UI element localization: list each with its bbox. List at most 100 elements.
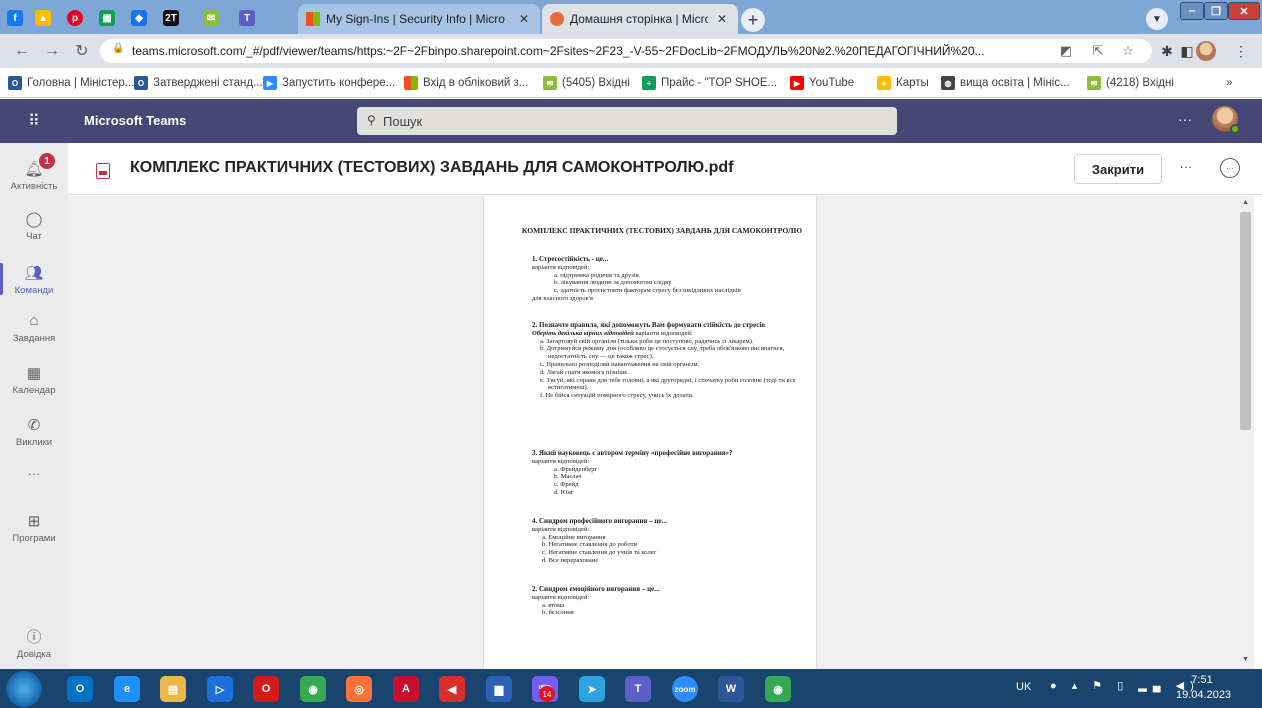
- clock-time: 7:51: [1191, 674, 1213, 686]
- bookmark-item[interactable]: ◍ вища освіта | Мініс...: [941, 75, 1070, 91]
- bookmark-item[interactable]: ▶ Запустить конфере...: [263, 75, 395, 91]
- rail-label: Активність: [10, 180, 58, 192]
- pinned-tab-facebook[interactable]: f: [2, 4, 28, 32]
- bookmark-item[interactable]: O Затверджені станд...: [134, 75, 263, 91]
- reload-icon[interactable]: ↻: [72, 41, 92, 61]
- scroll-down-icon[interactable]: ▼: [1240, 656, 1251, 666]
- minimize-button[interactable]: ‒: [1180, 2, 1204, 20]
- taskbar-app-media-player[interactable]: ▷: [200, 672, 240, 706]
- address-bar[interactable]: 🔒 teams.microsoft.com/_#/pdf/viewer/team…: [100, 39, 1152, 63]
- clock[interactable]: 7:51 19.04.2023: [1176, 673, 1232, 703]
- bookmark-item[interactable]: ✉ (5405) Вхідні: [543, 75, 630, 91]
- taskbar-app-internet-explorer[interactable]: e: [107, 672, 147, 706]
- taskbar-app-teams[interactable]: T: [618, 672, 658, 706]
- phone-icon: ✆: [27, 416, 41, 434]
- scroll-up-icon[interactable]: ▲: [1240, 199, 1251, 209]
- bookmark-item[interactable]: + Прайс - "TOP SHOE...: [642, 75, 777, 91]
- bookmark-item[interactable]: O Головна | Міністер...: [8, 75, 134, 91]
- taskbar-app-chrome[interactable]: ◉: [758, 672, 798, 706]
- taskbar-app-opera[interactable]: O: [246, 672, 286, 706]
- app-launcher-icon[interactable]: ⠿: [24, 111, 44, 131]
- taskbar-app-acrobat[interactable]: A: [386, 672, 426, 706]
- help-icon: ⓘ: [26, 629, 42, 646]
- scrollbar-thumb[interactable]: [1240, 212, 1251, 430]
- search-input[interactable]: [383, 112, 883, 130]
- tab-close-icon[interactable]: ✕: [516, 12, 532, 26]
- pinned-tab-pinterest[interactable]: p: [62, 4, 88, 32]
- pinned-tab-mail[interactable]: ✉: [198, 4, 224, 32]
- mail-icon: ✉: [543, 76, 557, 90]
- rail-item-apps[interactable]: ⊞ Програми: [0, 503, 68, 551]
- profile-avatar[interactable]: [1196, 41, 1216, 61]
- taskbar-app-chrome[interactable]: ◉: [293, 672, 333, 706]
- taskbar-app-word[interactable]: W: [711, 672, 751, 706]
- rail-item-chat[interactable]: ◯ Чат: [0, 201, 68, 249]
- rail-item-calls[interactable]: ✆ Виклики: [0, 407, 68, 455]
- back-arrow-icon[interactable]: ←: [12, 41, 32, 61]
- rail-item-more[interactable]: ···: [0, 449, 68, 497]
- url-text[interactable]: teams.microsoft.com/_#/pdf/viewer/teams/…: [132, 44, 1012, 58]
- pinned-tab-diamond[interactable]: ◆: [126, 4, 152, 32]
- taskbar-app-telegram[interactable]: ➤: [572, 672, 612, 706]
- bookmark-item[interactable]: ● Карты: [877, 75, 929, 91]
- rail-label: Команди: [14, 284, 54, 296]
- tab-search-chevron-icon[interactable]: ▼: [1146, 8, 1168, 30]
- question-text: 3. Який науковець є автором терміну «про…: [532, 449, 733, 457]
- rail-item-calendar[interactable]: ▦ Календар: [0, 355, 68, 403]
- document-more-icon[interactable]: ···: [1176, 159, 1196, 179]
- clock-date: 19.04.2023: [1176, 689, 1232, 701]
- taskbar-app-viber[interactable]: ☏14: [525, 672, 565, 706]
- bookmark-item[interactable]: Вхід в обліковий з...: [404, 75, 528, 91]
- share-icon[interactable]: ⇱: [1090, 43, 1106, 59]
- side-panel-icon[interactable]: ◧: [1178, 42, 1196, 60]
- browser-menu-icon[interactable]: ⋮: [1232, 42, 1250, 60]
- bookmark-item[interactable]: ✉ (4218) Вхідні: [1087, 75, 1174, 91]
- new-tab-button[interactable]: +: [741, 8, 765, 32]
- assignments-icon: ⌂: [29, 312, 39, 329]
- globe-icon: ◍: [941, 76, 955, 90]
- rail-item-assignments[interactable]: ⌂ Завдання: [0, 303, 68, 351]
- header-more-icon[interactable]: ···: [1178, 111, 1192, 127]
- taskbar-app-anydesk[interactable]: ◀: [432, 672, 472, 706]
- rail-item-activity[interactable]: 🔔︎ Активність 1: [0, 151, 68, 199]
- maximize-button[interactable]: ❐: [1204, 2, 1228, 20]
- forward-arrow-icon[interactable]: →: [42, 41, 62, 61]
- user-avatar[interactable]: [1212, 106, 1240, 134]
- tab-close-icon[interactable]: ✕: [714, 12, 730, 26]
- youtube-icon: ▶: [790, 76, 804, 90]
- start-button[interactable]: [6, 671, 42, 707]
- 2t-icon: 2T: [163, 10, 179, 26]
- pinned-tab-sheets[interactable]: ▦: [94, 4, 120, 32]
- extensions-icon[interactable]: ✱: [1158, 42, 1176, 60]
- taskbar-app-zoom[interactable]: zoom: [665, 672, 705, 706]
- search-box[interactable]: ⚲: [357, 107, 897, 135]
- pinned-tab-2t[interactable]: 2T: [158, 4, 184, 32]
- answer-hint: варіанти відповідей:: [532, 593, 590, 601]
- window-close-button[interactable]: ✕: [1228, 2, 1260, 20]
- pinned-tab-teams[interactable]: T: [234, 4, 260, 32]
- calendar-icon: ▦: [26, 364, 42, 382]
- system-tray: UK ● ▴ ⚑ ▯ ▂▄ ◀) 7:51 19.04.2023: [1012, 669, 1262, 708]
- language-indicator[interactable]: UK: [1016, 681, 1031, 693]
- rail-item-help[interactable]: ⓘ Довідка: [0, 619, 68, 667]
- save-icon: ▆: [486, 676, 512, 702]
- taskbar-app-firefox[interactable]: ◎: [339, 672, 379, 706]
- bookmark-star-icon[interactable]: ☆: [1120, 43, 1136, 59]
- bookmarks-overflow-icon[interactable]: »: [1226, 75, 1233, 89]
- presence-available-icon: [1230, 124, 1240, 134]
- close-button[interactable]: Закрити: [1074, 154, 1162, 184]
- bookmark-label: Прайс - "TOP SHOE...: [661, 77, 778, 89]
- pinned-tab-drive[interactable]: ▲: [30, 4, 56, 32]
- taskbar-app-file-explorer[interactable]: ▤: [153, 672, 193, 706]
- taskbar-app-save[interactable]: ▆: [479, 672, 519, 706]
- rail-item-teams[interactable]: 👥︎ Команди: [0, 255, 68, 303]
- answer-option: a. підтримка родичів та друзів: [554, 271, 639, 279]
- taskbar-app-outlook[interactable]: O: [60, 672, 100, 706]
- pdf-viewer[interactable]: КОМПЛЕКС ПРАКТИЧНИХ (ТЕСТОВИХ) ЗАВДАНЬ Д…: [68, 196, 1237, 669]
- conversation-icon[interactable]: ···: [1220, 158, 1240, 178]
- bookmark-item[interactable]: ▶ YouTube: [790, 75, 854, 91]
- tab-label: My Sign-Ins | Security Info | Micro: [326, 12, 505, 26]
- translate-icon[interactable]: ◩: [1058, 43, 1074, 59]
- tab-security-info[interactable]: My Sign-Ins | Security Info | Micro ✕: [298, 4, 540, 34]
- tab-microsoft-365[interactable]: Домашня сторінка | Microsoft 365 ✕: [542, 4, 738, 34]
